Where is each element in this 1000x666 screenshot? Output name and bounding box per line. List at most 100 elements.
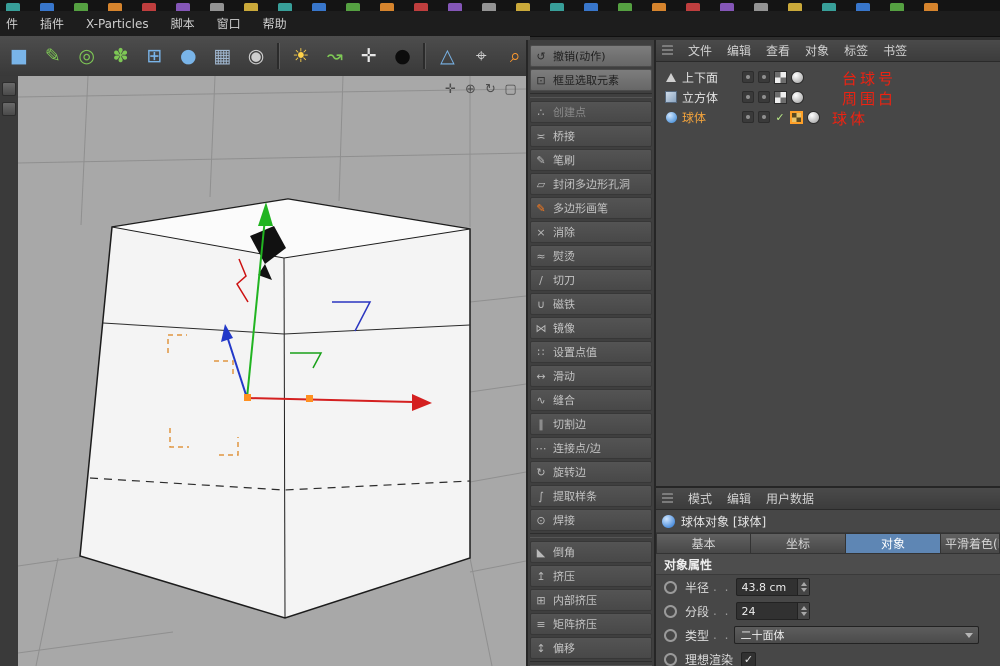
titlebar-icon[interactable] (210, 3, 224, 11)
spinner-up-icon[interactable] (801, 606, 807, 610)
keyframe-ring-icon[interactable] (664, 653, 677, 666)
titlebar-icon[interactable] (754, 3, 768, 11)
titlebar-icon[interactable] (788, 3, 802, 11)
keyframe-ring-icon[interactable] (664, 629, 677, 642)
command-polygon-pen[interactable]: ✎多边形画笔 (530, 197, 652, 219)
om-menu-edit[interactable]: 编辑 (727, 42, 751, 59)
titlebar-icon[interactable] (244, 3, 258, 11)
tab-object[interactable]: 对象 (846, 533, 941, 554)
snap-button[interactable]: ⌖ (466, 41, 496, 71)
command-mirror[interactable]: ⋈镜像 (530, 317, 652, 339)
editor-visibility-dot[interactable] (742, 71, 754, 83)
panel-grip-icon[interactable] (662, 45, 673, 56)
zoom-view-icon[interactable]: ⊕ (463, 82, 478, 97)
light-button[interactable]: ☀ (286, 41, 316, 71)
titlebar-icon[interactable] (924, 3, 938, 11)
titlebar-icon[interactable] (618, 3, 632, 11)
titlebar-icon[interactable] (550, 3, 564, 11)
array-generator-button[interactable]: ✽ (106, 41, 136, 71)
om-menu-objects[interactable]: 对象 (805, 42, 829, 59)
command-rotate-edge[interactable]: ↻旋转边 (530, 461, 652, 483)
titlebar-icon[interactable] (380, 3, 394, 11)
spinner-up-icon[interactable] (801, 582, 807, 586)
object-row-sphere[interactable]: 球体 ✓ 球体 (656, 107, 1000, 127)
titlebar-icon[interactable] (686, 3, 700, 11)
command-magnet[interactable]: ∪磁铁 (530, 293, 652, 315)
texture-tag-icon[interactable] (774, 71, 787, 84)
phong-tag-icon[interactable] (791, 91, 804, 104)
panel-grip-icon[interactable] (662, 493, 673, 504)
command-connect-points-edges[interactable]: ⋯连接点/边 (530, 437, 652, 459)
command-bridge[interactable]: ≍桥接 (530, 125, 652, 147)
spinner-down-icon[interactable] (801, 588, 807, 592)
om-menu-view[interactable]: 查看 (766, 42, 790, 59)
command-edge-to-spline[interactable]: ∫提取样条 (530, 485, 652, 507)
texture-tag-icon-selected[interactable] (790, 111, 803, 124)
cube-primitive-button[interactable]: ■ (4, 41, 34, 71)
titlebar-icon[interactable] (40, 3, 54, 11)
titlebar-icon[interactable] (482, 3, 496, 11)
render-visibility-dot[interactable] (758, 111, 770, 123)
object-name[interactable]: 球体 (682, 109, 738, 126)
sphere-primitive-button[interactable]: ● (173, 41, 203, 71)
command-stitch-sew[interactable]: ∿缝合 (530, 389, 652, 411)
phong-tag-icon[interactable] (791, 71, 804, 84)
tab-coordinates[interactable]: 坐标 (751, 533, 846, 554)
titlebar-icon[interactable] (890, 3, 904, 11)
display-shading-button[interactable]: ● (388, 41, 418, 71)
am-menu-userdata[interactable]: 用户数据 (766, 490, 814, 507)
menu-item-script[interactable]: 脚本 (171, 15, 195, 32)
titlebar-icon[interactable] (278, 3, 292, 11)
object-row-cube[interactable]: 立方体 周围白 (656, 87, 1000, 107)
titlebar-icon[interactable] (448, 3, 462, 11)
titlebar-icon[interactable] (652, 3, 666, 11)
texture-tag-icon[interactable] (774, 91, 787, 104)
type-dropdown[interactable]: 二十面体 (734, 626, 979, 644)
subdivision-surface-button[interactable]: ⊞ (140, 41, 170, 71)
tab-basic[interactable]: 基本 (656, 533, 751, 554)
tab-phong-shading[interactable]: 平滑着色(Pho (941, 533, 1000, 554)
titlebar-icon[interactable] (414, 3, 428, 11)
command-slide[interactable]: ↔滑动 (530, 365, 652, 387)
object-row-topbottom[interactable]: 上下面 台球号 (656, 67, 1000, 87)
pan-view-icon[interactable]: ✛ (443, 82, 458, 97)
gizmo-button[interactable]: △ (432, 41, 462, 71)
spline-draw-button[interactable]: ↝ (320, 41, 350, 71)
menu-item-help[interactable]: 帮助 (263, 15, 287, 32)
command-bevel[interactable]: ◣倒角 (530, 541, 652, 563)
editor-visibility-dot[interactable] (742, 111, 754, 123)
editor-visibility-dot[interactable] (742, 91, 754, 103)
torus-primitive-button[interactable]: ◎ (72, 41, 102, 71)
titlebar-icon[interactable] (74, 3, 88, 11)
command-knife[interactable]: ∕切刀 (530, 269, 652, 291)
om-menu-file[interactable]: 文件 (688, 42, 712, 59)
menu-item-window[interactable]: 窗口 (217, 15, 241, 32)
keyframe-ring-icon[interactable] (664, 581, 677, 594)
viewport-3d[interactable]: ✛ ⊕ ↻ ▢ (18, 76, 526, 666)
segments-value[interactable]: 24 (737, 603, 797, 619)
command-set-point-value[interactable]: ∷设置点值 (530, 341, 652, 363)
segments-input[interactable]: 24 (736, 602, 810, 620)
titlebar-icon[interactable] (516, 3, 530, 11)
om-menu-bookmarks[interactable]: 书签 (883, 42, 907, 59)
command-smooth-shift[interactable]: ↕偏移 (530, 637, 652, 659)
segments-spinner[interactable] (797, 603, 809, 619)
command-weld[interactable]: ⊙焊接 (530, 509, 652, 531)
spline-pen-button[interactable]: ✎ (38, 41, 68, 71)
command-frame-selected[interactable]: ⊡框显选取元素 (530, 69, 652, 91)
object-name[interactable]: 上下面 (682, 69, 738, 86)
rotate-view-icon[interactable]: ↻ (483, 82, 498, 97)
titlebar-icon[interactable] (176, 3, 190, 11)
titlebar-icon[interactable] (584, 3, 598, 11)
titlebar-icon[interactable] (6, 3, 20, 11)
command-matrix-extrude[interactable]: ≡矩阵挤压 (530, 613, 652, 635)
keyframe-ring-icon[interactable] (664, 605, 677, 618)
enable-check-icon[interactable]: ✓ (774, 111, 786, 124)
render-perfect-checkbox[interactable]: ✓ (741, 652, 756, 666)
command-undo-action[interactable]: ↺撤销(动作) (530, 45, 652, 67)
titlebar-icon[interactable] (856, 3, 870, 11)
command-iron[interactable]: ≈熨烫 (530, 245, 652, 267)
camera-button[interactable]: ◉ (241, 41, 271, 71)
command-create-point[interactable]: ∴创建点 (530, 101, 652, 123)
axis-xyz-button[interactable]: ✛ (354, 41, 384, 71)
